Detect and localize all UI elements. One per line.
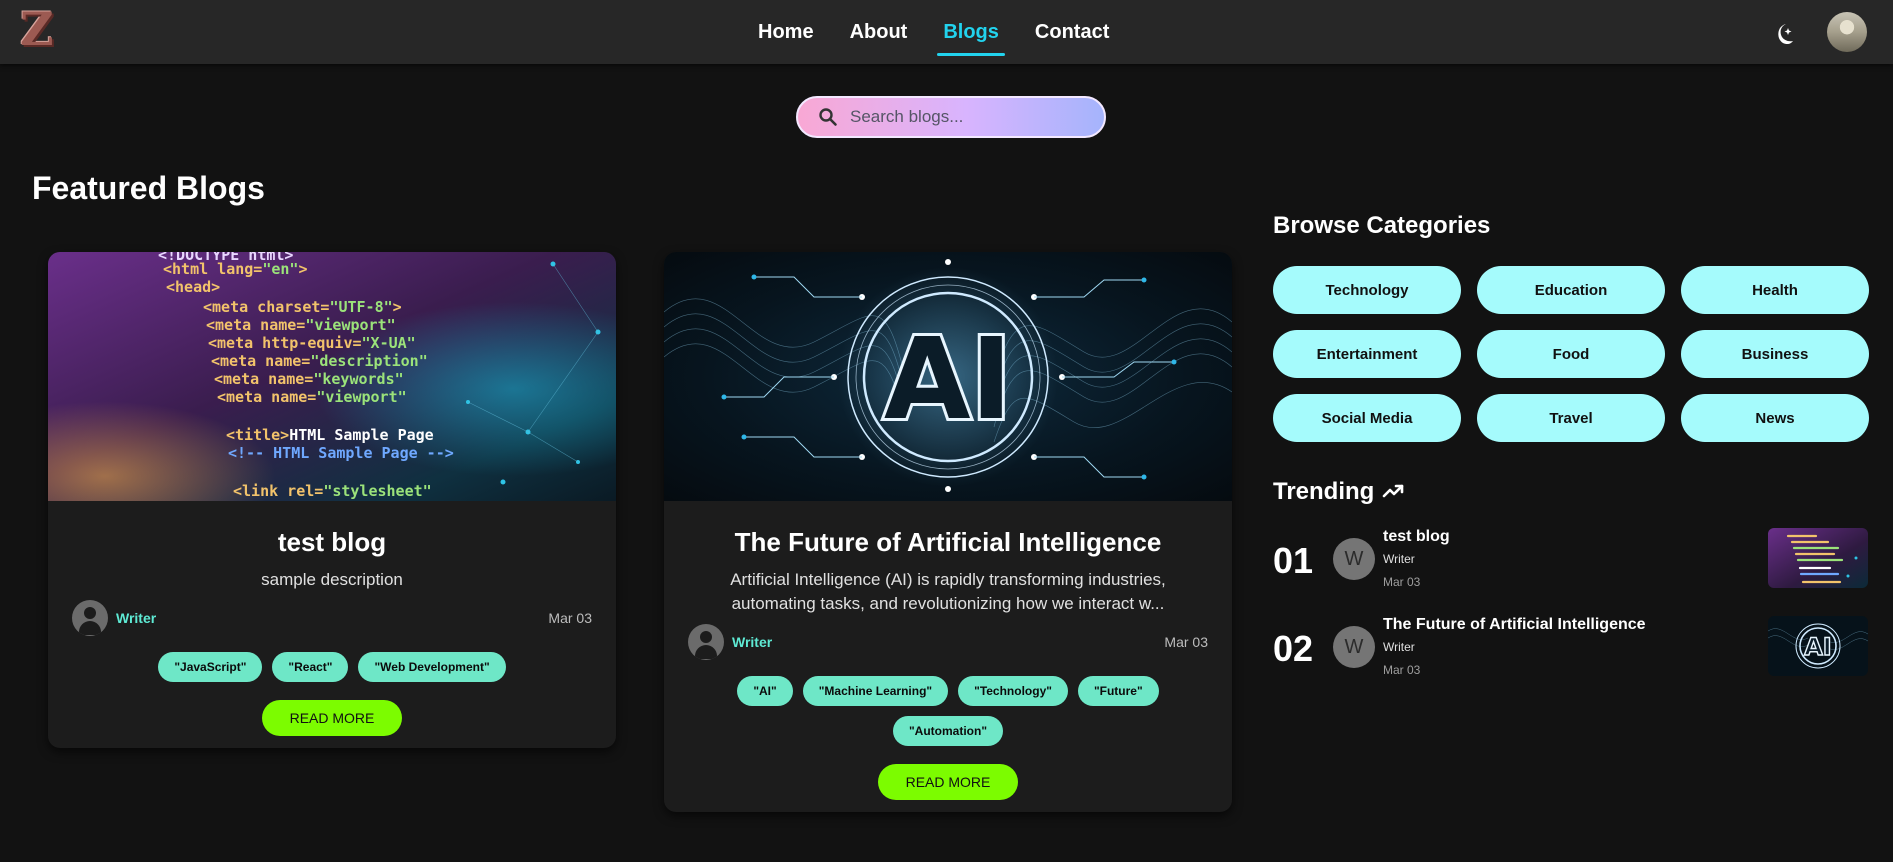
trending-item-date: Mar 03 (1383, 575, 1421, 589)
tag-chip[interactable]: "Future" (1077, 676, 1159, 706)
nav-about-link[interactable]: About (832, 0, 926, 64)
tag-chip[interactable]: "Technology" (958, 676, 1068, 706)
category-news[interactable]: News (1681, 394, 1869, 442)
trending-author-avatar: W (1333, 538, 1375, 580)
read-more-button[interactable]: READ MORE (877, 764, 1019, 800)
svg-text:<meta name="keywords": <meta name="keywords" (214, 370, 404, 388)
blog-card-title[interactable]: The Future of Artificial Intelligence (664, 527, 1232, 558)
search-bar[interactable] (796, 96, 1106, 138)
trending-item[interactable]: 01 W test blog Writer Mar 03 (1273, 526, 1869, 598)
category-social-media[interactable]: Social Media (1273, 394, 1461, 442)
blog-card: <!DOCTYPE html> <html lang="en"> <head> … (48, 252, 616, 748)
svg-text:<!-- HTML Sample Page -->: <!-- HTML Sample Page --> (228, 444, 454, 462)
blog-card-date: Mar 03 (1164, 634, 1208, 650)
tag-chip[interactable]: "Automation" (892, 716, 1004, 746)
nav-blogs-link[interactable]: Blogs (925, 0, 1017, 64)
svg-text:<title>HTML Sample Page: <title>HTML Sample Page (226, 426, 434, 444)
trending-thumbnail[interactable]: AI (1768, 616, 1868, 676)
trending-author-avatar: W (1333, 626, 1375, 668)
svg-text:AI: AI (1804, 633, 1832, 661)
svg-text:AI: AI (884, 315, 1012, 445)
trending-title-text: Trending (1273, 478, 1375, 505)
search-icon (819, 108, 837, 126)
blog-card-image[interactable]: <!DOCTYPE html> <html lang="en"> <head> … (48, 252, 616, 501)
category-education[interactable]: Education (1477, 266, 1665, 314)
trending-up-icon (1383, 484, 1404, 498)
blog-card-title[interactable]: test blog (48, 527, 616, 558)
trending-thumbnail[interactable] (1768, 528, 1868, 588)
trending-item-title[interactable]: test blog (1383, 528, 1450, 546)
theme-toggle-moon-icon[interactable] (1772, 20, 1800, 48)
svg-text:<meta charset="UTF-8">: <meta charset="UTF-8"> (203, 298, 402, 316)
blog-card-tags: "JavaScript" "React" "Web Development" (88, 652, 576, 682)
svg-text:<meta name="description": <meta name="description" (211, 352, 428, 370)
category-entertainment[interactable]: Entertainment (1273, 330, 1461, 378)
svg-text:<meta name="viewport": <meta name="viewport" (206, 316, 396, 334)
nav-home-link[interactable]: Home (740, 0, 832, 64)
tag-chip[interactable]: "JavaScript" (158, 652, 263, 682)
blog-card: AI AI The Future of Artificial Intellige… (664, 252, 1232, 812)
author-avatar-icon (72, 600, 108, 636)
svg-text:<meta name="viewport": <meta name="viewport" (217, 388, 407, 406)
tag-chip[interactable]: "React" (272, 652, 349, 682)
category-food[interactable]: Food (1477, 330, 1665, 378)
site-logo[interactable]: Z (20, 6, 58, 52)
blog-card-tags: "AI" "Machine Learning" "Technology" "Fu… (724, 676, 1172, 746)
author-avatar-icon (688, 624, 724, 660)
trending-item-author: Writer (1383, 640, 1415, 654)
navbar: Z Home About Blogs Contact (0, 0, 1893, 64)
tag-chip[interactable]: "AI" (737, 676, 793, 706)
category-technology[interactable]: Technology (1273, 266, 1461, 314)
blog-card-image[interactable]: AI AI (664, 252, 1232, 501)
trending-item-title[interactable]: The Future of Artificial Intelligence (1383, 616, 1646, 634)
category-business[interactable]: Business (1681, 330, 1869, 378)
svg-text:<meta http-equiv="X-UA": <meta http-equiv="X-UA" (208, 334, 416, 352)
blog-card-author: Writer (732, 634, 773, 650)
svg-text:<head>: <head> (166, 278, 220, 296)
blog-card-meta: Writer Mar 03 (688, 624, 1208, 660)
tag-chip[interactable]: "Machine Learning" (802, 676, 949, 706)
trending-rank: 01 (1273, 540, 1314, 581)
blog-card-description: sample description (261, 570, 403, 589)
nav-links: Home About Blogs Contact (740, 0, 1127, 64)
blog-card-meta: Writer Mar 03 (72, 600, 592, 636)
trending-item-date: Mar 03 (1383, 663, 1421, 677)
user-avatar[interactable] (1827, 12, 1867, 52)
trending-item[interactable]: 02 W The Future of Artificial Intelligen… (1273, 614, 1869, 686)
search-input[interactable] (850, 107, 1090, 127)
blog-card-author: Writer (116, 610, 157, 626)
svg-text:<link rel="stylesheet": <link rel="stylesheet" (233, 482, 432, 500)
category-grid: Technology Education Health Entertainmen… (1273, 266, 1869, 442)
read-more-button[interactable]: READ MORE (261, 700, 403, 736)
trending-item-author: Writer (1383, 552, 1415, 566)
featured-title: Featured Blogs (32, 170, 265, 206)
svg-text:<html lang="en">: <html lang="en"> (163, 260, 308, 278)
blog-card-description: Artificial Intelligence (AI) is rapidly … (730, 570, 1166, 613)
trending-rank: 02 (1273, 628, 1314, 669)
tag-chip[interactable]: "Web Development" (358, 652, 506, 682)
categories-title: Browse Categories (1273, 212, 1491, 239)
blog-card-date: Mar 03 (548, 610, 592, 626)
trending-title: Trending (1273, 478, 1406, 506)
nav-contact-link[interactable]: Contact (1017, 0, 1127, 64)
category-health[interactable]: Health (1681, 266, 1869, 314)
category-travel[interactable]: Travel (1477, 394, 1665, 442)
